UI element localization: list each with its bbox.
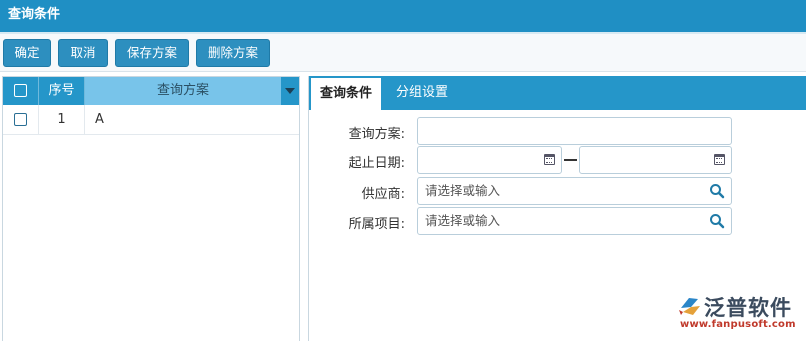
select-all-checkbox[interactable] bbox=[14, 84, 27, 97]
plan-name-input[interactable] bbox=[417, 117, 732, 145]
column-header-seq[interactable]: 序号 bbox=[39, 77, 85, 105]
project-placeholder: 请选择或输入 bbox=[425, 213, 501, 228]
project-input[interactable]: 请选择或输入 bbox=[417, 207, 732, 235]
logo-mark-icon bbox=[679, 298, 700, 315]
search-icon[interactable] bbox=[709, 183, 725, 199]
end-date-input[interactable] bbox=[579, 146, 732, 174]
date-range-separator bbox=[564, 159, 577, 161]
tab-bar: 查询条件 分组设置 bbox=[309, 76, 806, 110]
calendar-icon[interactable] bbox=[544, 154, 555, 165]
plan-list-panel: 序号 查询方案 1 A bbox=[2, 76, 300, 341]
caret-down-icon[interactable] bbox=[281, 77, 299, 105]
tab-group-settings[interactable]: 分组设置 bbox=[387, 76, 457, 110]
delete-plan-button[interactable]: 删除方案 bbox=[196, 39, 270, 67]
toolbar: 确定 取消 保存方案 删除方案 bbox=[0, 34, 806, 72]
date-range-label: 起止日期: bbox=[348, 156, 405, 171]
row-plan-name: A bbox=[95, 112, 104, 127]
save-plan-button[interactable]: 保存方案 bbox=[115, 39, 189, 67]
supplier-placeholder: 请选择或输入 bbox=[425, 183, 501, 198]
project-label: 所属项目: bbox=[348, 217, 405, 232]
tab-query-conditions[interactable]: 查询条件 bbox=[311, 78, 381, 110]
search-icon[interactable] bbox=[709, 213, 725, 229]
confirm-button[interactable]: 确定 bbox=[3, 39, 51, 67]
row-check-cell[interactable] bbox=[3, 105, 39, 135]
row-checkbox[interactable] bbox=[14, 113, 27, 126]
plan-name-label: 查询方案: bbox=[348, 127, 405, 142]
cancel-button[interactable]: 取消 bbox=[58, 39, 108, 67]
logo-name: 泛普软件 bbox=[704, 296, 792, 320]
row-seq: 1 bbox=[39, 105, 85, 135]
calendar-icon[interactable] bbox=[714, 154, 725, 165]
select-all-cell[interactable] bbox=[3, 77, 39, 105]
start-date-input[interactable] bbox=[417, 146, 562, 174]
grid-header: 序号 查询方案 bbox=[3, 77, 299, 105]
supplier-label: 供应商: bbox=[361, 187, 405, 202]
fanpu-logo: 泛普软件 www.fanpusoft.com bbox=[676, 292, 800, 336]
window-title: 查询条件 bbox=[0, 0, 806, 32]
supplier-input[interactable]: 请选择或输入 bbox=[417, 177, 732, 205]
logo-url: www.fanpusoft.com bbox=[680, 319, 796, 330]
table-row[interactable]: 1 A bbox=[3, 105, 299, 135]
column-header-plan[interactable]: 查询方案 bbox=[85, 77, 281, 105]
